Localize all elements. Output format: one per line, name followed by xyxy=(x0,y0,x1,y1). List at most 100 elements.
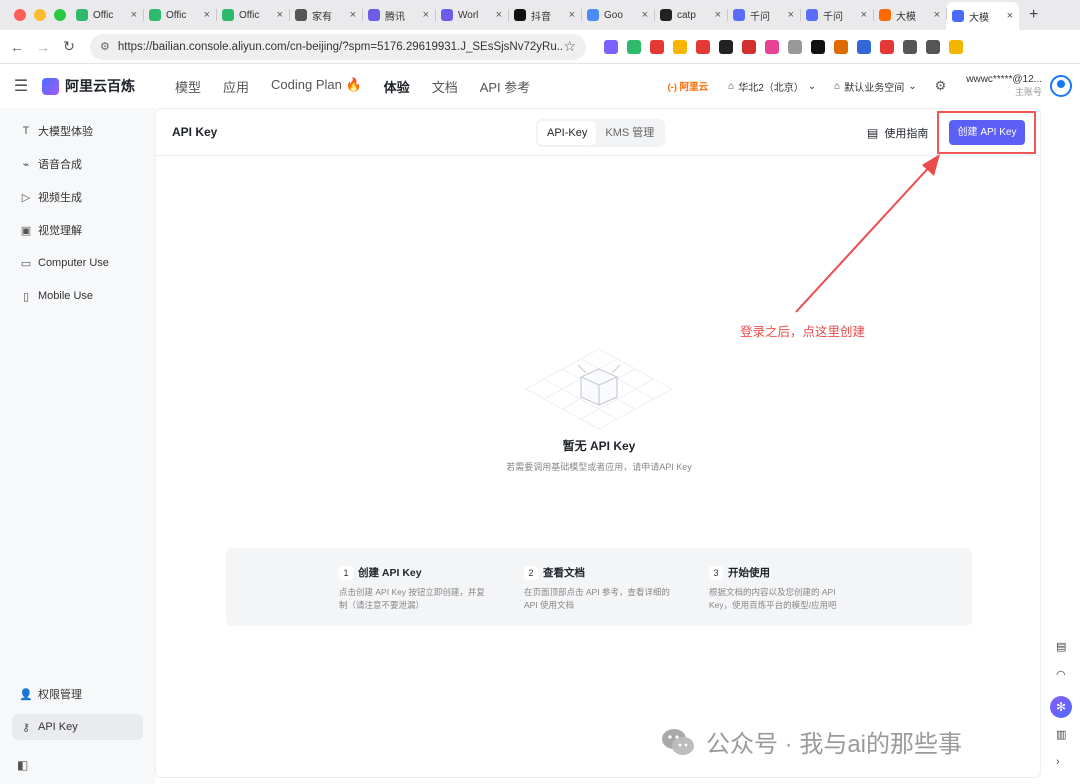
tab-close-icon[interactable]: × xyxy=(423,9,429,21)
sidebar-item-label: Computer Use xyxy=(38,257,109,269)
collapse-sidebar-icon[interactable]: ◧ xyxy=(17,758,28,772)
tab-close-icon[interactable]: × xyxy=(788,9,794,21)
headset-support-icon[interactable]: ◠ xyxy=(1056,668,1066,681)
empty-state-subtitle: 若需要调用基础模型或者应用，请申请API Key xyxy=(506,462,692,472)
ai-assistant-icon[interactable]: ✻ xyxy=(1050,696,1072,718)
extension-icon[interactable] xyxy=(834,39,848,54)
sidebar-item[interactable]: 👤 权限管理 xyxy=(12,681,143,707)
extension-icon[interactable] xyxy=(788,39,802,54)
extension-icon[interactable] xyxy=(650,39,664,54)
extension-icon[interactable] xyxy=(742,39,756,54)
sidebar-item[interactable]: ▭ Computer Use xyxy=(12,250,143,276)
browser-tab[interactable]: Offic × xyxy=(70,3,143,27)
extension-icon[interactable] xyxy=(719,39,733,54)
browser-tab[interactable]: 大模 × xyxy=(946,2,1019,30)
tab-close-icon[interactable]: × xyxy=(642,9,648,21)
feedback-doc-icon[interactable]: ▥ xyxy=(1056,728,1066,741)
browser-tab[interactable]: catp × xyxy=(654,3,727,27)
browser-tab[interactable]: 千问 × xyxy=(800,3,873,27)
tab-close-icon[interactable]: × xyxy=(350,9,356,21)
account-type: 主账号 xyxy=(1014,87,1042,97)
avatar[interactable] xyxy=(1050,75,1072,97)
extension-icon[interactable] xyxy=(880,39,894,54)
segment-tab[interactable]: KMS 管理 xyxy=(596,121,663,145)
segment-tab[interactable]: API-Key xyxy=(538,121,597,145)
tab-close-icon[interactable]: × xyxy=(496,9,502,21)
extension-icon[interactable] xyxy=(811,39,825,54)
tab-close-icon[interactable]: × xyxy=(277,9,283,21)
back-icon[interactable]: ← xyxy=(4,39,30,55)
nav-item[interactable]: API 参考 xyxy=(480,77,531,96)
maximize-window-button[interactable] xyxy=(54,9,66,21)
extension-icon[interactable] xyxy=(926,39,940,54)
notebook-icon[interactable]: ▤ xyxy=(1056,640,1066,653)
browser-tab[interactable]: 大模 × xyxy=(873,3,946,27)
extension-icon[interactable] xyxy=(765,39,779,54)
nav-item[interactable]: 应用 xyxy=(223,77,249,96)
close-window-button[interactable] xyxy=(14,9,26,21)
account-info[interactable]: wwwc*****@12... 主账号 xyxy=(966,73,1042,99)
browser-tab[interactable]: Goo × xyxy=(581,3,654,27)
url-text[interactable]: https://bailian.console.aliyun.com/cn-be… xyxy=(118,41,564,53)
segmented-tabs: API-Key KMS 管理 xyxy=(536,119,666,147)
region-selector[interactable]: ⌂ 华北2（北京） ⌄ xyxy=(728,79,816,94)
new-tab-button[interactable]: + xyxy=(1029,6,1038,24)
extensions-bar xyxy=(604,39,963,54)
nav-item[interactable]: 模型 xyxy=(175,77,201,96)
tab-favicon-icon xyxy=(76,9,88,21)
bookmark-star-icon[interactable]: ☆ xyxy=(563,38,576,55)
aliyun-logo[interactable]: (-) 阿里云 xyxy=(668,79,709,93)
minimize-window-button[interactable] xyxy=(34,9,46,21)
extension-icon[interactable] xyxy=(627,39,641,54)
region-icon: ⌂ xyxy=(728,80,735,92)
tab-title: Offic xyxy=(93,9,114,21)
tab-close-icon[interactable]: × xyxy=(715,9,721,21)
tab-close-icon[interactable]: × xyxy=(204,9,210,21)
extension-icon[interactable] xyxy=(604,39,618,54)
tab-title: 腾讯 xyxy=(385,11,405,23)
browser-tab[interactable]: Worl × xyxy=(435,3,508,27)
brand-logo[interactable]: 阿里云百炼 xyxy=(42,76,135,96)
tab-title: Offic xyxy=(166,9,187,21)
address-bar[interactable]: ⚙ https://bailian.console.aliyun.com/cn-… xyxy=(90,33,586,60)
workspace-selector[interactable]: ⌂ 默认业务空间 ⌄ xyxy=(834,79,916,94)
browser-tab[interactable]: 抖音 × xyxy=(508,3,581,27)
tab-close-icon[interactable]: × xyxy=(131,9,137,21)
extension-icon[interactable] xyxy=(903,39,917,54)
extension-icon[interactable] xyxy=(696,39,710,54)
step-description: 点击创建 API Key 按钮立即创建，并复制（请注意不要泄漏） xyxy=(339,587,485,610)
nav-item[interactable]: 文档 xyxy=(432,77,458,96)
create-api-key-button[interactable]: 创建 API Key xyxy=(949,120,1025,145)
nav-item[interactable]: 体验 xyxy=(384,77,410,96)
browser-tab[interactable]: 家有 × xyxy=(289,3,362,27)
tab-close-icon[interactable]: × xyxy=(861,9,867,21)
browser-tab[interactable]: 腾讯 × xyxy=(362,3,435,27)
extension-icon[interactable] xyxy=(857,39,871,54)
browser-tab[interactable]: Offic × xyxy=(216,3,289,27)
tab-title: Goo xyxy=(604,9,623,21)
expand-chevron-icon[interactable]: › xyxy=(1056,756,1060,768)
sidebar-item[interactable]: ▷ 视频生成 xyxy=(12,184,143,210)
nav-item[interactable]: Coding Plan 🔥 xyxy=(271,77,362,96)
tab-close-icon[interactable]: × xyxy=(1007,10,1013,22)
step-title: 创建 API Key xyxy=(358,567,422,579)
sidebar-item[interactable]: T 大模型体验 xyxy=(12,118,143,144)
tab-close-icon[interactable]: × xyxy=(934,9,940,21)
annotation-text: 登录之后，点这里创建 xyxy=(740,325,866,339)
sidebar-item[interactable]: ⌁ 语音合成 xyxy=(12,151,143,177)
tab-close-icon[interactable]: × xyxy=(569,9,575,21)
sidebar-item[interactable]: ⚷ API Key xyxy=(12,714,143,740)
site-info-icon[interactable]: ⚙ xyxy=(100,40,110,53)
hamburger-menu-icon[interactable]: ☰ xyxy=(0,76,42,96)
browser-tab[interactable]: Offic × xyxy=(143,3,216,27)
settings-gear-icon[interactable]: ⚙ xyxy=(935,78,947,94)
usage-guide-link[interactable]: ▤ 使用指南 xyxy=(867,125,928,141)
extension-icon[interactable] xyxy=(673,39,687,54)
reload-icon[interactable]: ↻ xyxy=(56,38,82,55)
extension-icon[interactable] xyxy=(949,39,963,54)
sidebar-item[interactable]: ▣ 视觉理解 xyxy=(12,217,143,243)
window-controls xyxy=(0,9,70,21)
forward-icon[interactable]: → xyxy=(30,39,56,55)
sidebar-item[interactable]: ▯ Mobile Use xyxy=(12,283,143,309)
browser-tab[interactable]: 千问 × xyxy=(727,3,800,27)
